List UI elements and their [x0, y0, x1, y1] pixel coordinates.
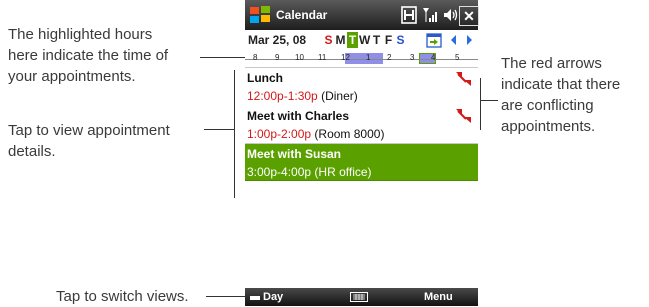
- appointment-title: Lunch: [247, 71, 283, 85]
- current-date[interactable]: Mar 25, 08: [248, 33, 306, 47]
- callout-red-arrows: The red arrows indicate that there are c…: [501, 53, 620, 137]
- conflict-arrows-icon: [456, 72, 471, 86]
- leader-line-details-v: [234, 70, 235, 198]
- appointment-time: 3:00p-4:00p (HR office): [247, 165, 372, 179]
- appointment-item-susan[interactable]: Meet with Susan 3:00p-4:00p (HR office): [245, 144, 478, 181]
- callout-line: Tap to view appointment: [8, 122, 170, 139]
- go-to-today-icon[interactable]: [426, 32, 443, 48]
- leader-line-arrows-v: [480, 78, 481, 130]
- callout-line: Tap to switch views.: [56, 288, 189, 305]
- callout-line: are conflicting: [501, 97, 594, 114]
- callout-line: appointments.: [501, 118, 596, 135]
- weekday-fri[interactable]: F: [383, 32, 394, 48]
- hour-label: 4: [431, 53, 436, 62]
- hour-label: 12: [341, 53, 350, 62]
- weekday-sat[interactable]: S: [395, 32, 406, 48]
- softkey-bar: Day Menu: [245, 288, 478, 306]
- signal-icon[interactable]: [421, 6, 439, 24]
- hour-label: 11: [318, 53, 327, 62]
- appointment-item-lunch[interactable]: Lunch 12:00p-1:30p (Diner): [245, 67, 478, 107]
- prev-arrow-icon[interactable]: [449, 34, 458, 46]
- callout-line: The red arrows: [501, 55, 602, 72]
- hour-label: 3: [410, 53, 415, 62]
- hour-label: 5: [455, 53, 460, 62]
- title-bar: Calendar ✕: [245, 0, 479, 30]
- hour-label: 1: [366, 53, 371, 62]
- empty-agenda-area[interactable]: [245, 181, 478, 288]
- hour-label: 2: [387, 53, 392, 62]
- leader-line-switch: [206, 296, 250, 297]
- keyboard-icon[interactable]: [350, 292, 368, 302]
- conflict-arrows-icon: [456, 109, 471, 123]
- windows-start-icon[interactable]: [249, 5, 271, 25]
- leader-line-arrows-h: [480, 100, 498, 101]
- weekday-wed[interactable]: W: [359, 32, 370, 48]
- softkey-indicator: [250, 296, 260, 300]
- callout-line: indicate that there: [501, 76, 621, 93]
- callout-line: details.: [8, 143, 56, 160]
- leader-line-hours: [200, 57, 248, 58]
- hour-line: [245, 59, 478, 60]
- hour-label: 9: [275, 53, 280, 62]
- appointment-time: 12:00p-1:30p (Diner): [247, 89, 358, 103]
- h-network-icon[interactable]: [401, 6, 417, 24]
- callout-highlighted-hours: The highlighted hours here indicate the …: [8, 24, 168, 87]
- weekday-thu[interactable]: T: [371, 32, 382, 48]
- softkey-left-day[interactable]: Day: [263, 291, 283, 303]
- appointment-title: Meet with Susan: [247, 147, 342, 161]
- weekday-sun[interactable]: S: [323, 32, 334, 48]
- volume-icon[interactable]: [442, 6, 458, 24]
- hour-bar[interactable]: 8 9 10 11 12 1 2 3 4 5: [245, 50, 478, 67]
- callout-line: The highlighted hours: [8, 26, 153, 43]
- hour-label: 8: [253, 53, 258, 62]
- softkey-right-menu[interactable]: Menu: [424, 291, 453, 303]
- date-bar: Mar 25, 08 S M T W T F S: [245, 30, 478, 50]
- appointment-title: Meet with Charles: [247, 109, 350, 123]
- weekday-mon[interactable]: M: [335, 32, 346, 48]
- appointment-time: 1:00p-2:00p (Room 8000): [247, 127, 385, 141]
- hour-label: 10: [295, 53, 304, 62]
- weekday-tue-today[interactable]: T: [347, 32, 358, 48]
- callout-line: here indicate the time of: [8, 47, 169, 64]
- next-arrow-icon[interactable]: [465, 34, 474, 46]
- close-icon[interactable]: ✕: [459, 6, 479, 26]
- leader-line-details-h: [204, 129, 234, 130]
- appointment-item-charles[interactable]: Meet with Charles 1:00p-2:00p (Room 8000…: [245, 106, 478, 144]
- callout-line: your appointments.: [8, 68, 136, 85]
- callout-tap-details: Tap to view appointment details.: [8, 120, 170, 162]
- app-title: Calendar: [276, 8, 328, 22]
- callout-switch-views: Tap to switch views.: [56, 286, 189, 307]
- phone-screen: Calendar ✕ Mar 25, 08 S M T W T F S 8 9 …: [245, 0, 479, 306]
